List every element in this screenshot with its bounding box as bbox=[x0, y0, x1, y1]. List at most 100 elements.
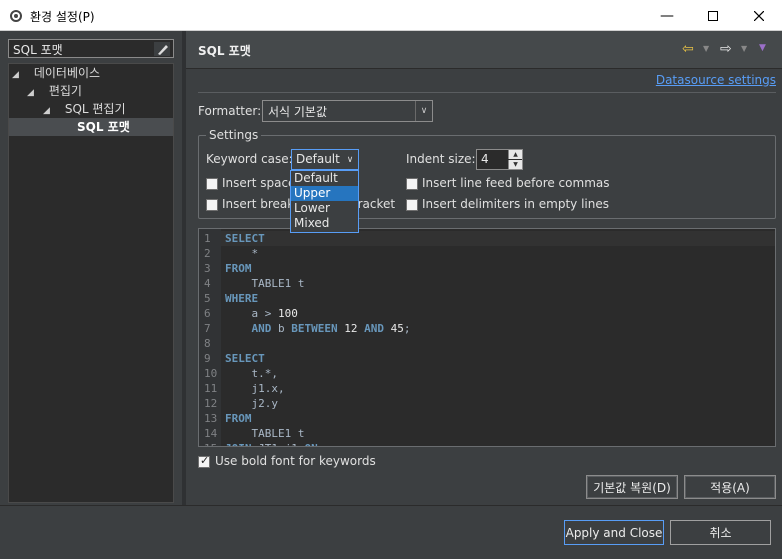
code-line: * bbox=[225, 246, 258, 261]
tree-item-editor[interactable]: ◢ 편집기 bbox=[27, 82, 172, 100]
tree-item-sql-format[interactable]: SQL 포맷 bbox=[9, 118, 173, 136]
line-number: 12 bbox=[204, 397, 218, 410]
sql-number: 100 bbox=[277, 307, 298, 320]
sql-text: b bbox=[271, 322, 292, 335]
sql-number: 45 bbox=[390, 322, 404, 335]
insert-line-feed-checkbox[interactable] bbox=[406, 178, 418, 190]
preferences-tree: ◢ 데이터베이스 ◢ 편집기 ◢ SQL 편집기 SQL 포맷 bbox=[8, 63, 174, 503]
sql-keyword: BETWEEN bbox=[291, 322, 338, 335]
line-number: 13 bbox=[204, 412, 218, 425]
datasource-settings-link[interactable]: Datasource settings bbox=[656, 73, 776, 87]
sql-keyword: WHERE bbox=[225, 292, 259, 305]
keyword-case-label: Keyword case: bbox=[206, 152, 293, 166]
keyword-case-option[interactable]: Mixed bbox=[291, 216, 358, 231]
sql-text: a > bbox=[225, 307, 278, 320]
keyword-case-select[interactable]: Default ∨ bbox=[291, 149, 359, 170]
insert-delimiters-label: Insert delimiters in empty lines bbox=[422, 197, 609, 211]
indent-size-value: 4 bbox=[481, 152, 489, 166]
current-line-highlight bbox=[221, 231, 775, 246]
keyword-case-option[interactable]: Lower bbox=[291, 201, 358, 216]
tree-item-database[interactable]: ◢ 데이터베이스 bbox=[12, 64, 172, 82]
cancel-button[interactable]: 취소 bbox=[670, 520, 771, 545]
header-separator bbox=[198, 92, 776, 93]
line-number: 1 bbox=[204, 232, 211, 245]
keyword-case-value: Default bbox=[296, 152, 340, 166]
line-number: 14 bbox=[204, 427, 218, 440]
line-number: 7 bbox=[204, 322, 211, 335]
page-title: SQL 포맷 bbox=[198, 44, 251, 58]
sql-keyword: SELECT bbox=[225, 352, 265, 365]
sql-keyword: AND bbox=[364, 322, 384, 335]
line-number: 11 bbox=[204, 382, 218, 395]
expanded-arrow-icon[interactable]: ◢ bbox=[12, 66, 22, 84]
settings-legend: Settings bbox=[206, 128, 262, 142]
spinner-up-icon[interactable]: ▲ bbox=[508, 150, 522, 159]
sql-keyword: JOIN bbox=[225, 442, 252, 446]
indent-size-label: Indent size: bbox=[406, 152, 476, 166]
code-line: TABLE1 t bbox=[225, 276, 304, 291]
line-number: 6 bbox=[204, 307, 211, 320]
spinner-down-icon[interactable]: ▼ bbox=[508, 160, 522, 169]
maximize-button[interactable] bbox=[690, 0, 736, 31]
keyword-case-option-highlighted[interactable]: Upper bbox=[291, 186, 358, 201]
filter-input[interactable]: SQL 포맷 bbox=[8, 39, 174, 58]
sql-text: j1.x, bbox=[225, 382, 285, 395]
dialog-footer: Apply and Close 취소 bbox=[0, 506, 782, 559]
close-icon bbox=[754, 10, 764, 21]
close-button[interactable] bbox=[736, 0, 782, 31]
sql-text: * bbox=[225, 247, 259, 260]
line-number: 3 bbox=[204, 262, 211, 275]
restore-defaults-button[interactable]: 기본값 복원(D) bbox=[586, 475, 678, 499]
code-line: AND b BETWEEN 12 AND 45; bbox=[225, 321, 411, 336]
code-line: j1.x, bbox=[225, 381, 285, 396]
preferences-sidebar: SQL 포맷 ◢ 데이터베이스 ◢ 편집기 ◢ SQL 편집기 SQL 포맷 bbox=[0, 31, 182, 505]
preferences-page: SQL 포맷 ⇦ ▼ ⇨ ▼ ▼ Datasource settings For… bbox=[186, 31, 782, 505]
insert-delimiters-checkbox[interactable] bbox=[406, 199, 418, 211]
title-bar: 환경 설정(P) — bbox=[0, 0, 782, 31]
tree-item-sql-editor[interactable]: ◢ SQL 편집기 bbox=[43, 100, 172, 118]
back-arrow-icon[interactable]: ⇦ bbox=[682, 41, 694, 57]
clear-filter-icon[interactable] bbox=[154, 42, 170, 56]
formatter-select[interactable]: 서식 기본값 ∨ bbox=[262, 100, 433, 122]
sql-text: TABLE1 t bbox=[225, 277, 305, 290]
insert-break-checkbox[interactable] bbox=[206, 199, 218, 211]
apply-and-close-button[interactable]: Apply and Close bbox=[564, 520, 664, 545]
back-dropdown-icon[interactable]: ▼ bbox=[703, 44, 709, 53]
chevron-down-icon: ∨ bbox=[415, 101, 432, 121]
forward-arrow-icon[interactable]: ⇨ bbox=[720, 41, 732, 57]
view-menu-icon[interactable]: ▼ bbox=[759, 43, 766, 53]
code-line: FROM bbox=[225, 411, 252, 426]
window-title: 환경 설정(P) bbox=[30, 10, 95, 24]
code-line: t.*, bbox=[225, 366, 278, 381]
bold-keywords-label: Use bold font for keywords bbox=[215, 454, 376, 468]
line-number: 2 bbox=[204, 247, 211, 260]
expanded-arrow-icon[interactable]: ◢ bbox=[27, 84, 37, 102]
keyword-case-option[interactable]: Default bbox=[291, 171, 358, 186]
bold-keywords-checkbox[interactable] bbox=[198, 454, 210, 468]
formatter-value: 서식 기본값 bbox=[268, 105, 328, 119]
app-gear-icon bbox=[10, 10, 22, 22]
minimize-button[interactable]: — bbox=[644, 0, 690, 31]
code-line: TABLE1 t bbox=[225, 426, 304, 441]
formatter-label: Formatter: bbox=[198, 104, 262, 118]
code-line: JOIN JT1 j1 ON bbox=[225, 441, 318, 446]
code-line: FROM bbox=[225, 261, 252, 276]
sql-text: TABLE1 t bbox=[225, 427, 305, 440]
code-line: SELECT bbox=[225, 351, 265, 366]
code-line: WHERE bbox=[225, 291, 258, 306]
forward-dropdown-icon[interactable]: ▼ bbox=[741, 44, 747, 53]
line-number: 4 bbox=[204, 277, 211, 290]
sql-preview-editor[interactable]: 1 SELECT 2 * 3 FROM 4 TABLE1 t 5 WHERE 6 a > 100… bbox=[198, 228, 776, 447]
indent-size-spinner[interactable]: 4 ▲ ▼ bbox=[476, 149, 523, 170]
apply-button[interactable]: 적용(A) bbox=[684, 475, 776, 499]
sql-keyword: SELECT bbox=[225, 232, 265, 245]
sql-keyword: FROM bbox=[225, 412, 252, 425]
sql-number: 12 bbox=[344, 322, 358, 335]
insert-spaces-checkbox[interactable] bbox=[206, 178, 218, 190]
insert-line-feed-label: Insert line feed before commas bbox=[422, 176, 610, 190]
sql-keyword: ON bbox=[304, 442, 317, 446]
minimize-icon: — bbox=[660, 7, 674, 24]
sql-text: j2.y bbox=[225, 397, 278, 410]
code-line: a > 100 bbox=[225, 306, 298, 321]
